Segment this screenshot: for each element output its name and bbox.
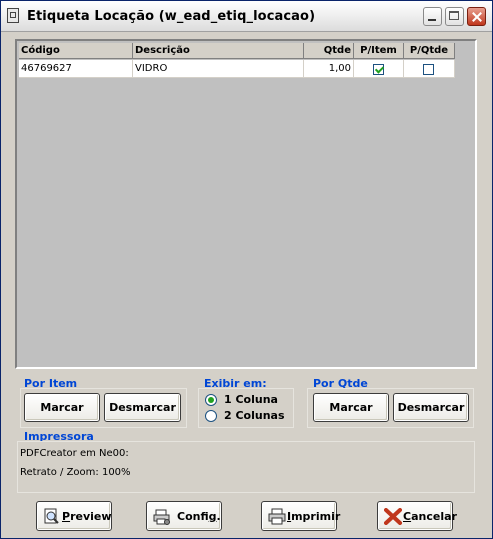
printer-name: PDFCreator em Ne00: (20, 448, 129, 459)
por-qtde-desmarcar-button[interactable]: Desmarcar (393, 393, 469, 422)
p-qtde-checkbox[interactable] (423, 64, 434, 75)
cancelar-label: Cancelar (403, 510, 457, 523)
por-item-marcar-button[interactable]: Marcar (24, 393, 100, 422)
column-header-descricao[interactable]: Descrição (133, 43, 304, 59)
window-title: Etiqueta Locação (w_ead_etiq_locacao) (27, 9, 316, 24)
app-window-icon (7, 8, 19, 23)
radio-2-colunas-label[interactable]: 2 Colunas (224, 409, 285, 422)
radio-1-coluna-label[interactable]: 1 Coluna (224, 393, 278, 406)
title-bar[interactable]: Etiqueta Locação (w_ead_etiq_locacao) (1, 1, 492, 32)
etiqueta-locacao-window: Etiqueta Locação (w_ead_etiq_locacao) Có… (0, 0, 493, 539)
cell-codigo: 46769627 (19, 60, 133, 78)
cancelar-button[interactable]: Cancelar (377, 501, 457, 531)
cell-p-qtde (404, 60, 455, 78)
config-label: Config. (177, 510, 221, 523)
radio-2-colunas[interactable] (205, 410, 217, 422)
imprimir-label: Imprimir (287, 510, 341, 523)
printer-settings-icon (153, 509, 170, 525)
column-header-codigo[interactable]: Código (19, 43, 133, 59)
preview-label: Preview (62, 510, 112, 523)
preview-icon (44, 508, 59, 524)
column-header-p-item[interactable]: P/Item (354, 43, 404, 59)
close-button[interactable] (467, 7, 486, 26)
printer-icon (268, 508, 286, 525)
por-item-desmarcar-button[interactable]: Desmarcar (104, 393, 181, 422)
cell-descricao: VIDRO (133, 60, 304, 78)
cancel-x-icon (384, 508, 402, 525)
printer-layout: Retrato / Zoom: 100% (20, 467, 131, 478)
preview-button[interactable]: Preview (36, 501, 112, 531)
config-button[interactable]: Config. (146, 501, 222, 531)
table-row[interactable]: 46769627 VIDRO 1,00 (19, 60, 455, 78)
por-qtde-marcar-button[interactable]: Marcar (313, 393, 389, 422)
imprimir-button[interactable]: Imprimir (261, 501, 341, 531)
radio-1-coluna[interactable] (205, 394, 217, 406)
column-header-p-qtde[interactable]: P/Qtde (404, 43, 455, 59)
cell-p-item (354, 60, 404, 78)
items-grid[interactable]: Código Descrição Qtde P/Item P/Qtde 4676… (15, 39, 477, 369)
grid-header: Código Descrição Qtde P/Item P/Qtde (19, 43, 455, 59)
column-header-qtde[interactable]: Qtde (304, 43, 354, 59)
maximize-button[interactable] (445, 7, 464, 26)
minimize-button[interactable] (423, 7, 442, 26)
p-item-checkbox[interactable] (373, 64, 384, 75)
cell-qtde: 1,00 (304, 60, 354, 78)
